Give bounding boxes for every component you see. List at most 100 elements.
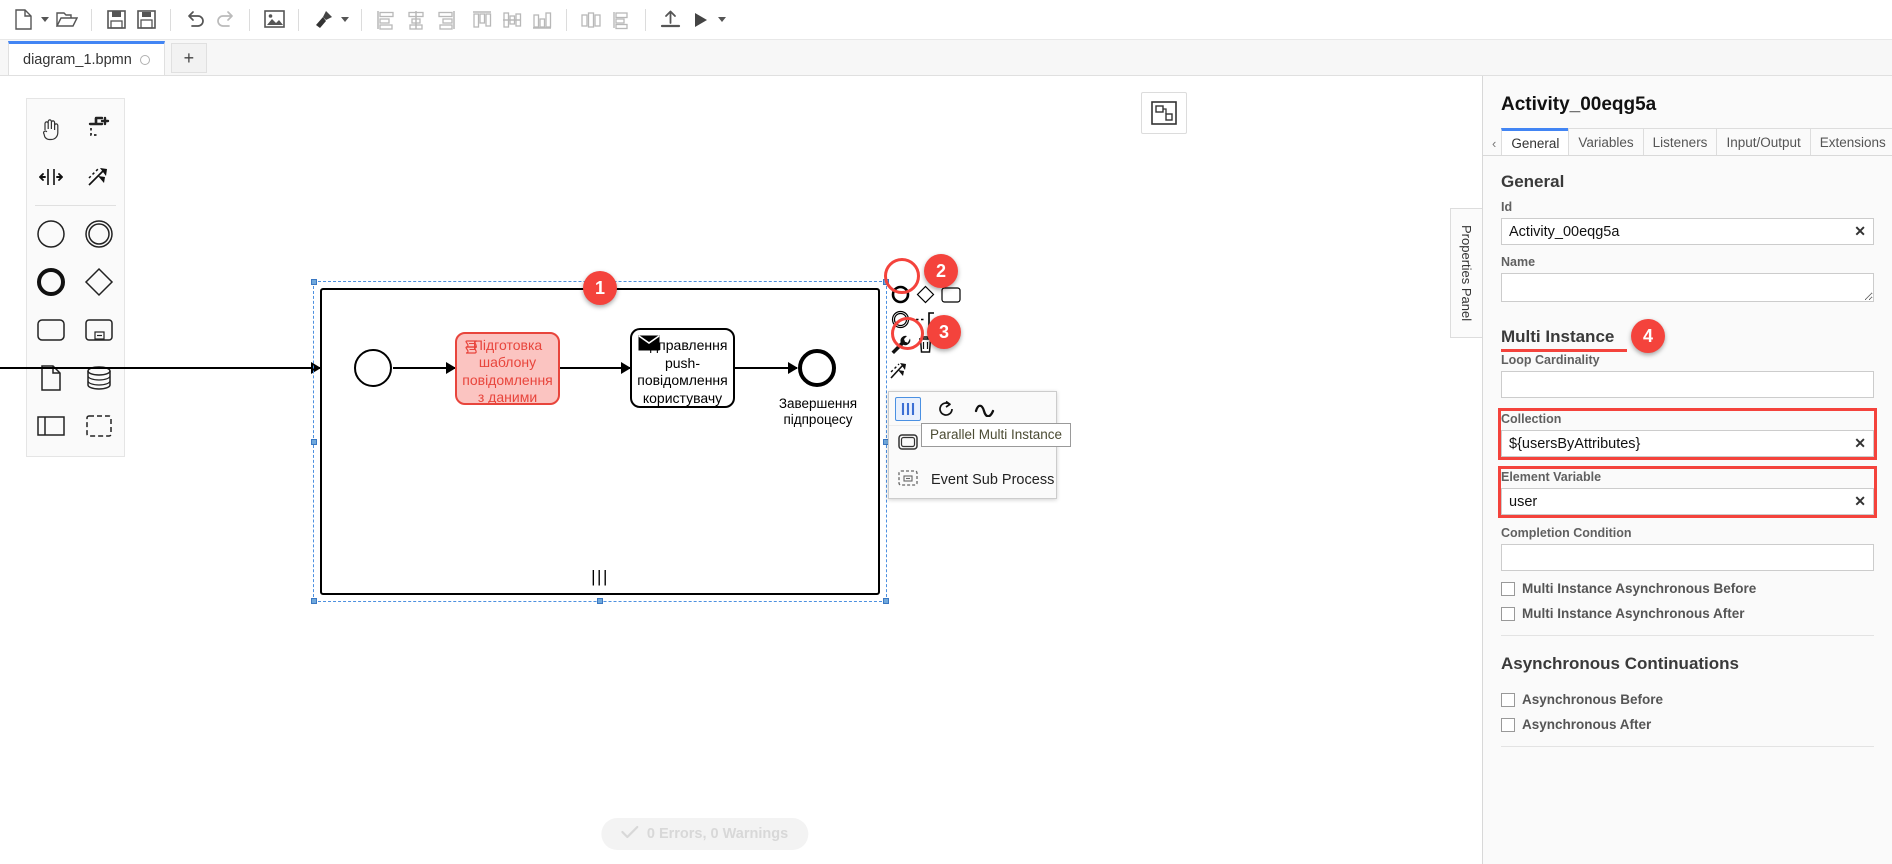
element-variable-wrapper: ✕ bbox=[1501, 488, 1874, 515]
sequence-flow-task1-to-task2[interactable] bbox=[560, 367, 630, 369]
new-diagram-dropdown-caret[interactable] bbox=[38, 5, 52, 35]
align-left-icon[interactable] bbox=[371, 5, 401, 35]
validation-status-text: 0 Errors, 0 Warnings bbox=[647, 826, 788, 842]
save-diagram-icon[interactable] bbox=[101, 5, 131, 35]
cleanup-brush-icon[interactable] bbox=[308, 5, 338, 35]
run-dropdown-caret[interactable] bbox=[715, 5, 729, 35]
completion-condition-label: Completion Condition bbox=[1501, 526, 1874, 540]
tabs-scroll-left-icon[interactable]: ‹ bbox=[1489, 136, 1501, 155]
align-right-icon[interactable] bbox=[431, 5, 461, 35]
cleanup-dropdown-caret[interactable] bbox=[338, 5, 352, 35]
palette-task[interactable] bbox=[27, 306, 75, 354]
tab-variables[interactable]: Variables bbox=[1568, 128, 1643, 155]
file-tab-diagram-1[interactable]: diagram_1.bpmn bbox=[8, 41, 165, 75]
unsaved-indicator-icon[interactable] bbox=[140, 55, 150, 65]
palette-space-tool[interactable] bbox=[27, 153, 75, 201]
replace-item-event-sub-process[interactable]: Event Sub Process bbox=[889, 462, 1056, 498]
checkbox-row-async-after[interactable]: Asynchronous After bbox=[1501, 717, 1874, 732]
connect-icon[interactable] bbox=[888, 357, 913, 382]
annotation-badge-3: 3 bbox=[927, 315, 961, 349]
deploy-upload-icon[interactable] bbox=[655, 5, 685, 35]
palette-intermediate-event[interactable] bbox=[75, 210, 123, 258]
tab-listeners[interactable]: Listeners bbox=[1643, 128, 1718, 155]
mi-async-before-checkbox[interactable] bbox=[1501, 582, 1515, 596]
save-as-icon[interactable] bbox=[131, 5, 161, 35]
properties-panel-toggle-handle[interactable]: Properties Panel bbox=[1450, 208, 1482, 338]
undo-icon[interactable] bbox=[180, 5, 210, 35]
mi-async-before-label: Multi Instance Asynchronous Before bbox=[1522, 581, 1756, 596]
collection-clear-icon[interactable]: ✕ bbox=[1854, 434, 1866, 453]
palette-end-event[interactable] bbox=[27, 258, 75, 306]
palette-hand-tool[interactable] bbox=[27, 105, 75, 153]
collection-field-wrapper: ✕ bbox=[1501, 430, 1874, 457]
element-variable-clear-icon[interactable]: ✕ bbox=[1854, 492, 1866, 511]
redo-icon[interactable] bbox=[210, 5, 240, 35]
collection-input[interactable] bbox=[1501, 430, 1874, 457]
start-event-shape[interactable] bbox=[354, 349, 392, 387]
parallel-multi-instance-icon[interactable] bbox=[895, 397, 921, 421]
open-diagram-icon[interactable] bbox=[52, 5, 82, 35]
file-tab-bar: diagram_1.bpmn + bbox=[0, 40, 1892, 76]
palette-lasso-tool[interactable] bbox=[75, 105, 123, 153]
change-element-wrench-icon[interactable] bbox=[888, 332, 913, 357]
palette-data-store[interactable] bbox=[75, 354, 123, 402]
append-intermediate-event-icon[interactable] bbox=[888, 307, 913, 332]
align-center-horizontal-icon[interactable] bbox=[401, 5, 431, 35]
append-end-event-icon[interactable] bbox=[888, 282, 913, 307]
tab-general[interactable]: General bbox=[1501, 128, 1569, 155]
sequence-flow-task2-to-end[interactable] bbox=[735, 367, 797, 369]
checkbox-row-mi-async-after[interactable]: Multi Instance Asynchronous After bbox=[1501, 606, 1874, 621]
subprocess-shape[interactable]: ||| bbox=[320, 288, 880, 595]
id-input[interactable] bbox=[1501, 218, 1874, 245]
palette-data-object[interactable] bbox=[27, 354, 75, 402]
run-play-icon[interactable] bbox=[685, 5, 715, 35]
toolbar-separator bbox=[91, 9, 92, 31]
task-shape-prepare-template[interactable]: Підготовка шаблону повідомлення з даними bbox=[455, 332, 560, 405]
palette-group[interactable] bbox=[75, 402, 123, 450]
general-group-heading: General bbox=[1501, 172, 1564, 192]
element-variable-input[interactable] bbox=[1501, 488, 1874, 515]
task-shape-send-push[interactable]: Відправлення push-повідомлення користува… bbox=[630, 328, 735, 408]
align-bottom-icon[interactable] bbox=[527, 5, 557, 35]
tab-extensions[interactable]: Extensions bbox=[1810, 128, 1892, 155]
diagram-canvas[interactable]: ||| Підготовка шаблону повідомлення з да… bbox=[0, 76, 1409, 864]
async-before-checkbox[interactable] bbox=[1501, 693, 1515, 707]
palette-participant[interactable] bbox=[27, 402, 75, 450]
subprocess-expanded-icon bbox=[897, 433, 919, 455]
mi-async-after-label: Multi Instance Asynchronous After bbox=[1522, 606, 1745, 621]
properties-panel-body: General Id ✕ Name Multi Instance 4 Loop … bbox=[1483, 156, 1892, 747]
completion-condition-input[interactable] bbox=[1501, 544, 1874, 571]
ad-hoc-marker-icon[interactable] bbox=[971, 397, 997, 421]
distribute-horizontal-icon[interactable] bbox=[576, 5, 606, 35]
align-top-icon[interactable] bbox=[467, 5, 497, 35]
tab-input-output[interactable]: Input/Output bbox=[1716, 128, 1810, 155]
add-tab-button[interactable]: + bbox=[171, 43, 207, 73]
name-textarea[interactable] bbox=[1501, 273, 1874, 302]
id-field-label: Id bbox=[1501, 200, 1874, 214]
new-diagram-icon[interactable] bbox=[8, 5, 38, 35]
distribute-vertical-icon[interactable] bbox=[606, 5, 636, 35]
toolbar-separator bbox=[566, 9, 567, 31]
align-middle-icon[interactable] bbox=[497, 5, 527, 35]
loop-marker-icon[interactable] bbox=[933, 397, 959, 421]
export-image-icon[interactable] bbox=[259, 5, 289, 35]
loop-cardinality-input[interactable] bbox=[1501, 371, 1874, 398]
replace-menu-marker-row bbox=[889, 392, 1056, 426]
checkbox-row-mi-async-before[interactable]: Multi Instance Asynchronous Before bbox=[1501, 581, 1874, 596]
checkbox-row-async-before[interactable]: Asynchronous Before bbox=[1501, 692, 1874, 707]
palette-subprocess[interactable] bbox=[75, 306, 123, 354]
completion-condition-wrapper bbox=[1501, 544, 1874, 571]
palette-connect-tool[interactable] bbox=[75, 153, 123, 201]
incoming-sequence-flow[interactable] bbox=[0, 367, 320, 369]
mi-async-after-checkbox[interactable] bbox=[1501, 607, 1515, 621]
palette-gateway[interactable] bbox=[75, 258, 123, 306]
properties-panel: Activity_00eqg5a ‹ General Variables Lis… bbox=[1482, 76, 1892, 864]
end-event-shape[interactable] bbox=[798, 349, 836, 387]
script-task-icon bbox=[463, 339, 482, 363]
file-tab-label: diagram_1.bpmn bbox=[23, 52, 132, 68]
minimap-toggle-button[interactable] bbox=[1141, 92, 1187, 134]
async-after-checkbox[interactable] bbox=[1501, 718, 1515, 732]
palette-start-event[interactable] bbox=[27, 210, 75, 258]
id-clear-icon[interactable]: ✕ bbox=[1854, 222, 1866, 241]
sequence-flow-start-to-task1[interactable] bbox=[393, 367, 455, 369]
